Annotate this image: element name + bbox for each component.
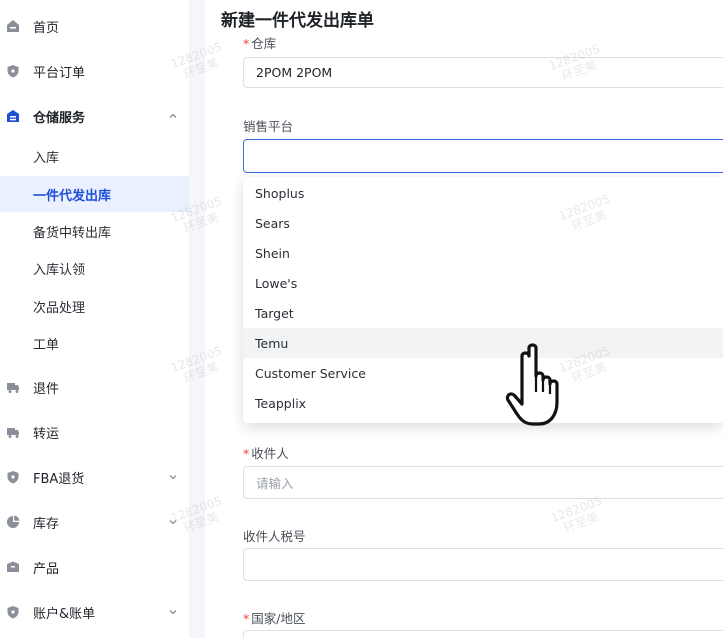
sidebar-item-fba-returns[interactable]: FBA退货 — [0, 458, 189, 496]
sidebar-subitem-defect-handling[interactable]: 次品处理 — [0, 288, 189, 324]
dropdown-option-temu[interactable]: Temu — [243, 328, 723, 358]
sidebar: 首页 平台订单 仓储服务 入库 一件代发出库 备货中转出库 入库认领 次品处理 … — [0, 0, 190, 638]
sidebar-item-label: 账户&账单 — [33, 606, 96, 622]
sidebar-item-label: 退件 — [33, 381, 60, 397]
country-label: * 国家/地区 — [243, 611, 306, 626]
sidebar-subitem-inbound[interactable]: 入库 — [0, 138, 189, 174]
sales-platform-select[interactable] — [243, 139, 723, 173]
warehouse-value: 2POM 2POM — [256, 65, 333, 80]
sidebar-subitem-work-order[interactable]: 工单 — [0, 325, 189, 361]
recipient-placeholder: 请输入 — [256, 476, 294, 491]
dropdown-option-customer-service[interactable]: Customer Service — [243, 358, 723, 388]
sidebar-item-label: 仓储服务 — [33, 110, 86, 126]
dropdown-option-sears[interactable]: Sears — [243, 208, 723, 238]
chevron-up-icon — [167, 110, 179, 122]
dropdown-option-target[interactable]: Target — [243, 298, 723, 328]
shield-icon — [6, 470, 20, 484]
sidebar-item-transit[interactable]: 转运 — [0, 413, 189, 451]
sidebar-item-home[interactable]: 首页 — [0, 7, 189, 45]
truck-icon — [6, 380, 20, 394]
warehouse-icon — [6, 109, 20, 123]
recipient-tax-input[interactable] — [243, 548, 723, 581]
pie-chart-icon — [6, 515, 20, 529]
sidebar-item-account-billing[interactable]: 账户&账单 — [0, 593, 189, 631]
sidebar-item-label: 转运 — [33, 426, 60, 442]
sidebar-item-label: 首页 — [33, 20, 60, 36]
sidebar-item-returns[interactable]: 退件 — [0, 368, 189, 406]
sales-platform-label: 销售平台 — [243, 119, 294, 134]
recipient-tax-label: 收件人税号 — [243, 529, 306, 544]
dropdown-option-shoplus[interactable]: Shoplus — [243, 178, 723, 208]
sidebar-item-products[interactable]: 产品 — [0, 548, 189, 586]
chevron-down-icon — [167, 606, 179, 618]
sales-platform-dropdown: Shoplus Sears Shein Lowe's Target Temu C… — [243, 177, 723, 423]
recipient-input[interactable]: 请输入 — [243, 466, 723, 499]
sidebar-item-warehouse-services[interactable]: 仓储服务 — [0, 97, 189, 135]
warehouse-select[interactable]: 2POM 2POM — [243, 57, 723, 88]
home-icon — [6, 19, 20, 33]
country-select[interactable] — [243, 630, 723, 638]
page-title: 新建一件代发出库单 — [221, 6, 723, 36]
dropdown-option-shein[interactable]: Shein — [243, 238, 723, 268]
sidebar-item-label: FBA退货 — [33, 471, 85, 487]
content-gutter — [189, 0, 205, 638]
sidebar-item-label: 库存 — [33, 516, 60, 532]
sidebar-subitem-dropship-outbound[interactable]: 一件代发出库 — [0, 176, 189, 212]
shield-icon — [6, 64, 20, 78]
recipient-label: * 收件人 — [243, 446, 289, 461]
chevron-down-icon — [167, 471, 179, 483]
hand-pointer-icon — [505, 342, 575, 432]
dropdown-option-lowes[interactable]: Lowe's — [243, 268, 723, 298]
sidebar-item-inventory[interactable]: 库存 — [0, 503, 189, 541]
truck-icon — [6, 425, 20, 439]
box-icon — [6, 560, 20, 574]
shield-icon — [6, 605, 20, 619]
sidebar-item-label: 产品 — [33, 561, 60, 577]
sidebar-item-label: 平台订单 — [33, 65, 86, 81]
sidebar-item-platform-orders[interactable]: 平台订单 — [0, 52, 189, 90]
dropdown-option-teapplix[interactable]: Teapplix — [243, 388, 723, 418]
chevron-down-icon — [167, 516, 179, 528]
sidebar-subitem-transfer-outbound[interactable]: 备货中转出库 — [0, 213, 189, 249]
sidebar-subitem-inbound-claim[interactable]: 入库认领 — [0, 250, 189, 286]
